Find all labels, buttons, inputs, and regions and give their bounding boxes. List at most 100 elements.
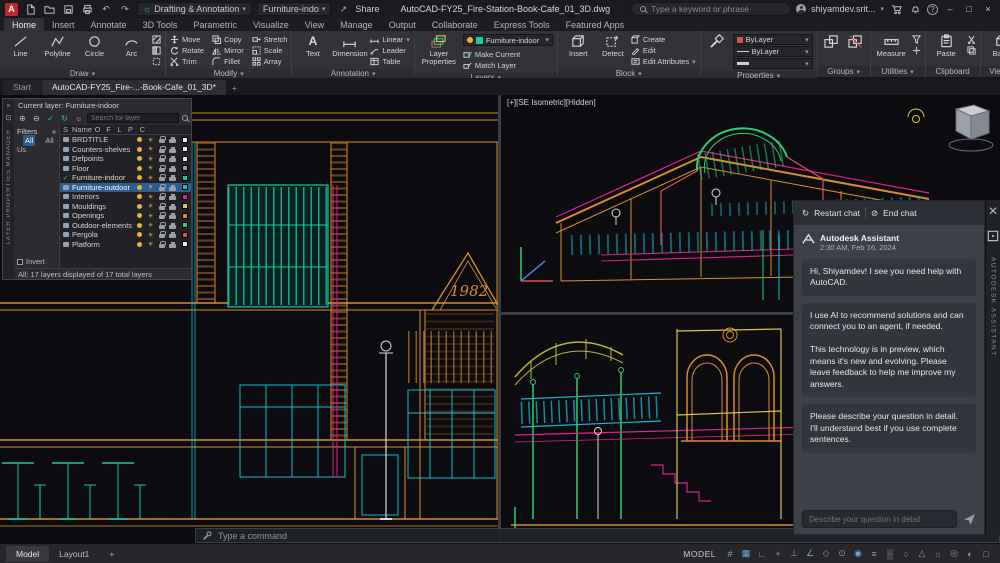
ribbon-tab[interactable]: Output [381, 18, 424, 31]
qat-layer-dropdown[interactable]: Furniture-indo ▾ [256, 2, 332, 16]
restart-chat-button[interactable]: Restart chat [814, 208, 860, 218]
end-chat-icon[interactable]: ⊘ [871, 208, 878, 219]
layer-color-swatch[interactable] [181, 165, 188, 172]
layer-color-swatch[interactable] [181, 241, 188, 248]
lineweight-display-icon[interactable]: ≡ [866, 547, 882, 561]
lineweight-dropdown[interactable]: ▾ [732, 58, 813, 69]
command-prompt-placeholder[interactable]: Type a command [218, 531, 287, 541]
layer-name[interactable]: Openings [71, 211, 134, 220]
delete-layer-icon[interactable]: ⊖ [31, 114, 42, 123]
snap-icon[interactable]: ▦ [738, 547, 754, 561]
infer-constraints-icon[interactable]: ∟ [754, 547, 770, 561]
trim-button[interactable]: Trim [170, 56, 204, 67]
measure-button[interactable]: Measure [875, 33, 908, 58]
user-avatar-icon[interactable] [796, 4, 807, 14]
layer-name[interactable]: Furniture-outdoor [71, 183, 134, 192]
layer-name[interactable]: Outdoor-elements [71, 221, 134, 230]
layer-on-icon[interactable] [137, 241, 142, 247]
layer-lock-icon[interactable] [158, 183, 166, 191]
layer-freeze-icon[interactable]: ☀ [148, 183, 154, 191]
ungroup-button[interactable] [846, 33, 866, 49]
layer-freeze-icon[interactable]: ☀ [148, 174, 154, 182]
palette-close-icon[interactable]: × [6, 101, 10, 110]
clean-screen-icon[interactable]: □ [978, 547, 994, 561]
create-block-button[interactable]: Create [631, 34, 696, 45]
end-chat-button[interactable]: End chat [883, 208, 917, 218]
layer-row[interactable]: ✓ Furniture-outdoor ☀ [60, 182, 191, 192]
layer-freeze-icon[interactable]: ☀ [148, 155, 154, 163]
paste-button[interactable]: Paste [930, 33, 963, 58]
restart-chat-icon[interactable]: ↻ [802, 208, 809, 219]
layer-color-swatch[interactable] [181, 174, 188, 181]
selection-cycling-icon[interactable]: ○ [898, 547, 914, 561]
layer-freeze-icon[interactable]: ☀ [148, 193, 154, 201]
layer-on-icon[interactable] [137, 232, 142, 238]
layer-on-icon[interactable] [137, 165, 142, 171]
layer-on-icon[interactable] [137, 213, 142, 219]
layer-lock-icon[interactable] [158, 212, 166, 220]
layer-freeze-icon[interactable]: ☀ [148, 164, 154, 172]
help-icon[interactable]: ? [927, 3, 939, 15]
layer-color-swatch[interactable] [181, 212, 188, 219]
ribbon-tab[interactable]: Visualize [245, 18, 297, 31]
cart-icon[interactable] [889, 3, 903, 16]
line-button[interactable]: Line [4, 33, 37, 58]
save-icon[interactable] [61, 3, 75, 16]
undo-icon[interactable]: ↶ [99, 3, 113, 16]
model-space-label[interactable]: MODEL [683, 549, 716, 559]
close-assistant-icon[interactable]: × [988, 203, 997, 221]
layer-on-icon[interactable] [137, 194, 142, 200]
ribbon-tab[interactable]: View [297, 18, 332, 31]
base-button[interactable]: Base [985, 33, 1000, 58]
make-current-button[interactable]: Make Current [463, 49, 553, 60]
layer-properties-button[interactable]: Layer Properties [419, 33, 459, 67]
panel-label-draw[interactable]: Draw ▾ [0, 69, 165, 78]
ribbon-tab[interactable]: 3D Tools [135, 18, 186, 31]
layer-plot-icon[interactable] [169, 241, 176, 248]
layer-lock-icon[interactable] [158, 164, 166, 172]
layer-name[interactable]: Interiors [71, 192, 134, 201]
layer-search-input[interactable] [87, 113, 179, 123]
layer-freeze-icon[interactable]: ☀ [148, 145, 154, 153]
layer-row[interactable]: ✓ BRDTITLE ☀ [60, 135, 191, 145]
leader-button[interactable]: Leader [370, 45, 409, 56]
layer-color-swatch[interactable] [181, 203, 188, 210]
text-button[interactable]: A Text [296, 33, 329, 58]
viewport-controls-label[interactable]: [+][SE Isometric][Hidden] [507, 98, 596, 107]
edit-block-button[interactable]: Edit [631, 45, 696, 56]
ortho-icon[interactable]: ⊥ [786, 547, 802, 561]
dynamic-input-icon[interactable]: + [770, 547, 786, 561]
workspace-dropdown[interactable]: ☼ Drafting & Annotation ▾ [137, 2, 252, 16]
copy-button[interactable]: Copy [212, 34, 244, 45]
layer-name[interactable]: Floor [71, 164, 134, 173]
layer-freeze-icon[interactable]: ☀ [148, 212, 154, 220]
isolate-objects-icon[interactable]: ◎ [946, 547, 962, 561]
polyline-button[interactable]: Polyline [41, 33, 74, 58]
circle-button[interactable]: Circle [78, 33, 111, 58]
fillet-button[interactable]: Fillet [212, 56, 244, 67]
layer-plot-icon[interactable] [169, 156, 176, 163]
scale-button[interactable]: Scale [252, 45, 288, 56]
linear-dimension-button[interactable]: Linear ▾ [370, 34, 410, 45]
layer-name[interactable]: Counters-shelves [71, 145, 134, 154]
layer-lock-icon[interactable] [158, 193, 166, 201]
layer-name[interactable]: Platform [71, 240, 134, 249]
layer-freeze-icon[interactable]: ☀ [148, 231, 154, 239]
layer-row[interactable]: ✓ Openings ☀ [60, 211, 191, 221]
layer-plot-icon[interactable] [169, 137, 176, 144]
layer-color-swatch[interactable] [181, 136, 188, 143]
panel-label-view[interactable]: View▾ [980, 66, 1000, 77]
layer-plot-icon[interactable] [169, 184, 176, 191]
layer-name[interactable]: Furniture-indoor [71, 173, 134, 182]
redo-icon[interactable]: ↷ [118, 3, 132, 16]
open-file-icon[interactable] [42, 3, 56, 16]
layer-on-icon[interactable] [137, 175, 142, 181]
layer-on-icon[interactable] [137, 184, 142, 190]
dimension-button[interactable]: Dimension [332, 33, 368, 58]
move-button[interactable]: Move [170, 34, 204, 45]
match-layer-button[interactable]: Match Layer [463, 60, 553, 71]
layer-lock-icon[interactable] [158, 231, 166, 239]
layer-lock-icon[interactable] [158, 145, 166, 153]
quick-select-button[interactable] [911, 34, 921, 45]
ribbon-tab[interactable]: Collaborate [424, 18, 486, 31]
